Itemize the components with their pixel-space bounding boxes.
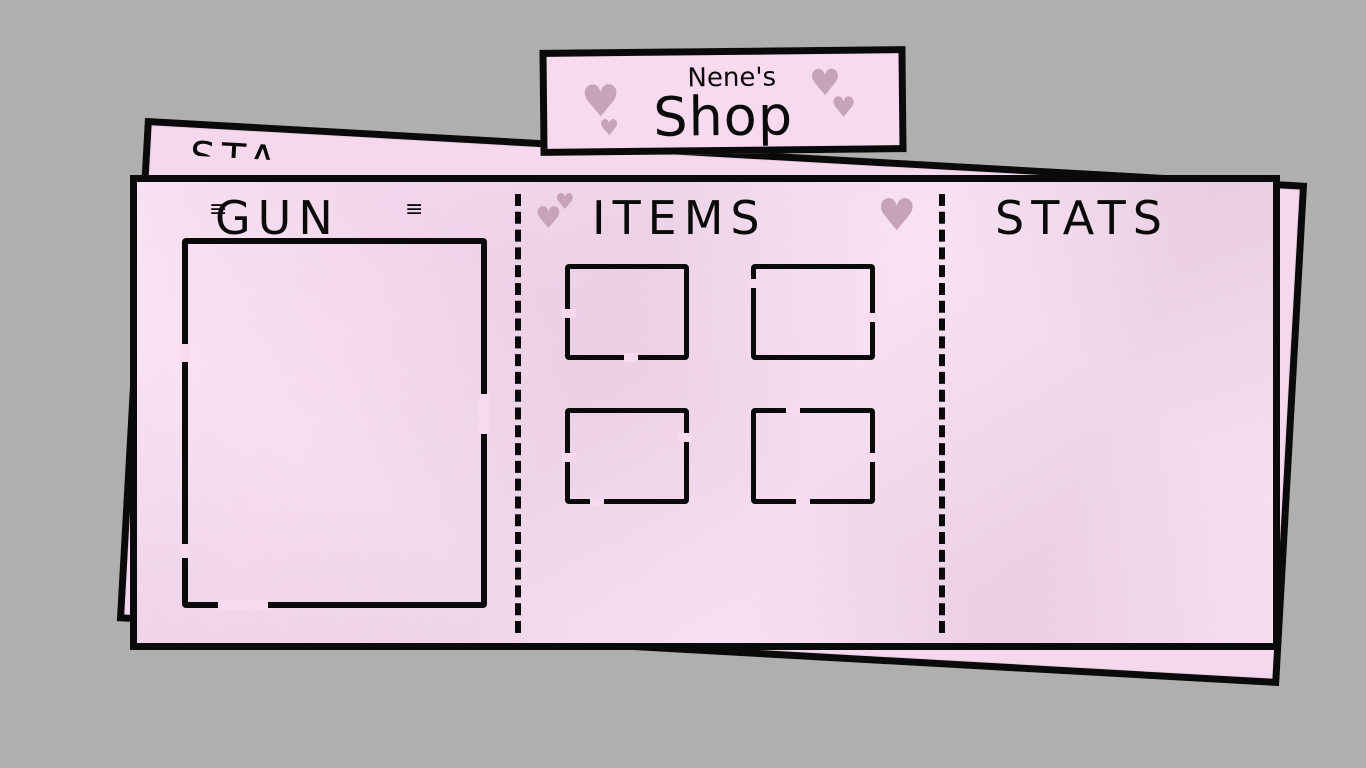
shop-screen: STA ≡ GUN ≡ ♥ ♥ ITEMS ♥ STATS ♥ ♥ ♥ ♥ Ne… xyxy=(0,0,1366,768)
back-sheet-label: STA xyxy=(189,133,284,161)
gun-slot-edge-nick xyxy=(479,394,489,434)
gun-slot-edge-nick xyxy=(180,344,190,362)
item-slot-3[interactable] xyxy=(562,408,692,506)
item-slot-edge-nick xyxy=(864,313,878,322)
heart-icon: ♥ xyxy=(877,190,917,241)
items-column-title: ITEMS xyxy=(592,191,767,245)
column-divider-left xyxy=(515,194,521,633)
shop-title: Shop xyxy=(652,84,794,149)
item-slot-2[interactable] xyxy=(748,264,878,360)
item-slot-edge-nick xyxy=(796,497,810,506)
gun-slot[interactable] xyxy=(180,238,489,610)
item-slot-edge-nick xyxy=(864,453,878,462)
item-slot-edge-nick xyxy=(624,353,638,362)
gun-title-sparkle-right: ≡ xyxy=(405,197,424,222)
shop-panel: ≡ GUN ≡ ♥ ♥ ITEMS ♥ STATS xyxy=(130,175,1280,650)
item-slot-edge-nick xyxy=(562,309,576,318)
shop-sign: ♥ ♥ ♥ ♥ Nene's Shop xyxy=(539,46,907,156)
item-slot-edge-nick xyxy=(678,433,692,442)
item-slot-1[interactable] xyxy=(562,264,689,362)
item-slot-edge-nick xyxy=(786,406,800,415)
item-slot-edge-nick xyxy=(590,497,604,506)
gun-slot-edge-nick xyxy=(180,544,190,558)
item-slot-4[interactable] xyxy=(751,406,878,506)
column-divider-right xyxy=(939,194,945,633)
item-slot-edge-nick xyxy=(748,279,762,288)
gun-slot-edge-nick xyxy=(218,600,268,610)
heart-icon: ♥ xyxy=(555,190,575,215)
stats-column-title: STATS xyxy=(995,191,1169,245)
item-slot-edge-nick xyxy=(562,453,576,462)
